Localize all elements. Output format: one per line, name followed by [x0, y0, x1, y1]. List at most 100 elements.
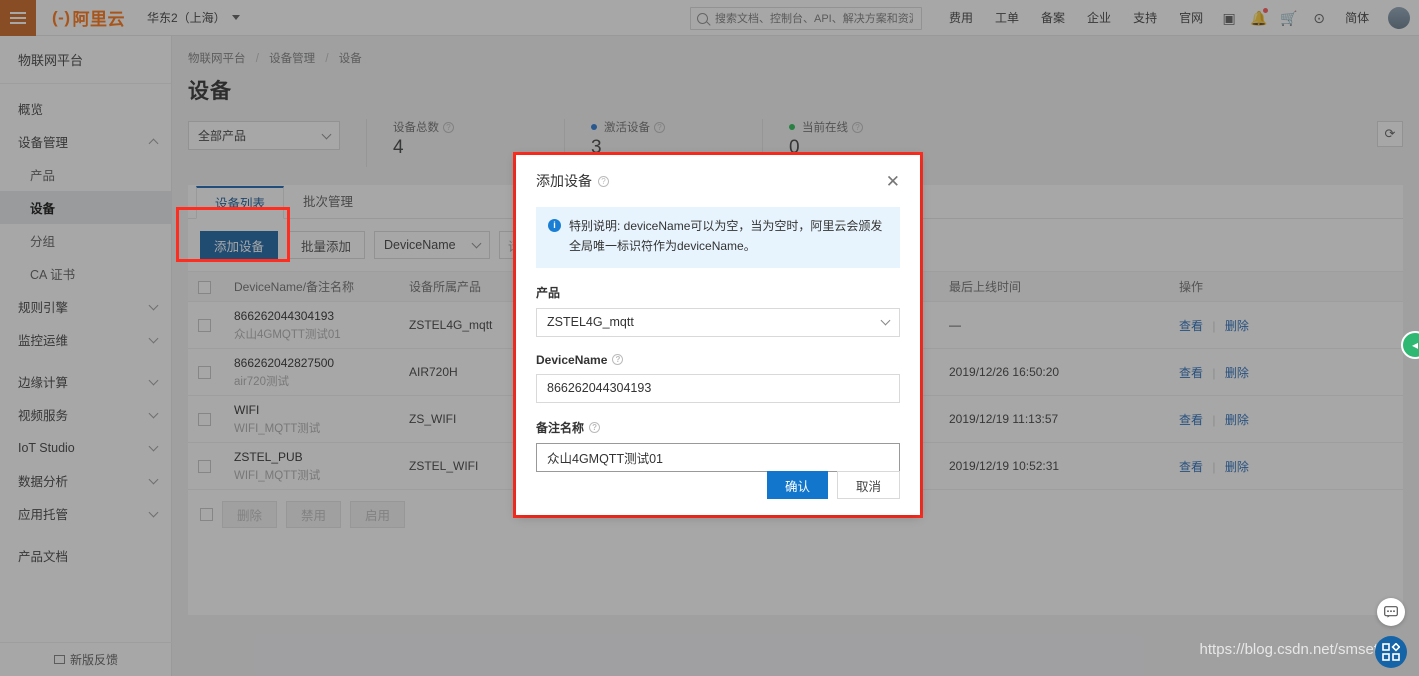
float-feedback-green-button[interactable]: ◂: [1401, 331, 1419, 359]
add-device-button[interactable]: 添加设备: [200, 231, 279, 259]
sidebar-item-products[interactable]: 产品: [0, 158, 171, 191]
bulk-enable-button[interactable]: 启用: [350, 501, 406, 528]
help-icon[interactable]: ?: [589, 421, 601, 433]
tab-batch-management[interactable]: 批次管理: [284, 185, 372, 218]
row-select-cell: [188, 348, 224, 396]
bulk-disable-button[interactable]: 禁用: [286, 501, 342, 528]
topnav-item-fee[interactable]: 费用: [938, 0, 984, 36]
global-search[interactable]: [690, 7, 922, 30]
row-checkbox[interactable]: [198, 460, 211, 474]
cell-device-name: ZSTEL_PUB WIFI_MQTT测试: [224, 442, 399, 490]
note-input[interactable]: [536, 442, 900, 472]
bell-icon[interactable]: 🔔: [1244, 0, 1274, 36]
screen-icon[interactable]: ▣: [1214, 0, 1244, 36]
view-link[interactable]: 查看: [1179, 319, 1203, 333]
device-name: WIFI: [234, 402, 260, 417]
cancel-button[interactable]: 取消: [836, 471, 900, 499]
sidebar-item-groups[interactable]: 分组: [0, 224, 171, 257]
field-devicename: DeviceName ?: [536, 353, 900, 403]
select-all-checkbox[interactable]: [198, 280, 211, 294]
field-note: 备注名称 ?: [536, 419, 900, 472]
row-select-cell: [188, 395, 224, 443]
view-link[interactable]: 查看: [1179, 413, 1203, 427]
sidebar-item-label: 产品文档: [18, 550, 69, 564]
sidebar-item-product-docs[interactable]: 产品文档: [0, 539, 171, 572]
devicename-input[interactable]: [536, 373, 900, 403]
breadcrumb-item-3[interactable]: 设备: [339, 53, 362, 65]
topnav-item-support[interactable]: 支持: [1122, 0, 1168, 36]
tab-device-list[interactable]: 设备列表: [196, 186, 285, 219]
sidebar-item-overview[interactable]: 概览: [0, 92, 171, 125]
sidebar-item-iot-studio[interactable]: IoT Studio: [0, 431, 171, 464]
delete-link[interactable]: 删除: [1225, 319, 1249, 333]
sidebar-item-devices[interactable]: 设备: [0, 191, 171, 224]
breadcrumb-item-1[interactable]: 物联网平台: [188, 53, 246, 65]
float-chat-icon[interactable]: [1377, 598, 1405, 626]
row-checkbox[interactable]: [198, 319, 211, 333]
cell-last-online: 2019/12/19 10:52:31: [939, 442, 1169, 490]
sidebar-item-edge-computing[interactable]: 边缘计算: [0, 365, 171, 398]
bulk-delete-button[interactable]: 删除: [222, 501, 278, 528]
sidebar-item-ca-cert[interactable]: CA 证书: [0, 257, 171, 290]
avatar[interactable]: [1388, 7, 1411, 29]
delete-link[interactable]: 删除: [1225, 460, 1249, 474]
bulk-select-checkbox[interactable]: [200, 508, 213, 521]
sidebar-item-label: 边缘计算: [18, 376, 69, 390]
sidebar-item-label: 监控运维: [18, 334, 69, 348]
help-icon[interactable]: ?: [654, 121, 665, 133]
help-icon[interactable]: ?: [598, 175, 609, 187]
sidebar-item-video-service[interactable]: 视频服务: [0, 398, 171, 431]
chevron-down-icon: [471, 238, 482, 249]
topnav-item-icp[interactable]: 备案: [1030, 0, 1076, 36]
sidebar-feedback-button[interactable]: 新版反馈: [0, 642, 172, 676]
sidebar-item-app-hosting[interactable]: 应用托管: [0, 497, 171, 530]
chevron-down-icon: [148, 408, 159, 418]
sidebar-item-data-analysis[interactable]: 数据分析: [0, 464, 171, 497]
filter-field-select[interactable]: DeviceName: [374, 231, 491, 259]
close-icon[interactable]: ✕: [886, 173, 900, 190]
sidebar-divider-2: [0, 530, 171, 539]
topnav-item-website[interactable]: 官网: [1168, 0, 1214, 36]
delete-link[interactable]: 删除: [1225, 413, 1249, 427]
device-note: WIFI_MQTT测试: [234, 422, 321, 435]
stat-activated-label: 激活设备: [604, 122, 650, 134]
sidebar-feedback-label: 新版反馈: [69, 653, 118, 667]
help-icon[interactable]: ⊙: [1304, 0, 1334, 36]
page-title: 设备: [188, 80, 232, 103]
breadcrumb-item-2[interactable]: 设备管理: [269, 53, 315, 65]
help-icon[interactable]: ?: [612, 354, 624, 366]
status-dot-online-icon: [789, 124, 795, 130]
topnav-item-enterprise[interactable]: 企业: [1076, 0, 1122, 36]
delete-link[interactable]: 删除: [1225, 366, 1249, 380]
confirm-button[interactable]: 确认: [766, 471, 828, 499]
feedback-icon: [53, 655, 65, 664]
product-filter-select[interactable]: 全部产品: [188, 121, 340, 150]
topnav-item-ticket[interactable]: 工单: [984, 0, 1030, 36]
menu-icon[interactable]: [0, 0, 36, 36]
help-icon[interactable]: ?: [852, 121, 863, 133]
region-selector[interactable]: 华东2（上海）: [147, 9, 240, 26]
language-switch[interactable]: 简体: [1334, 0, 1380, 36]
sidebar-item-monitor-ops[interactable]: 监控运维: [0, 323, 171, 356]
help-icon[interactable]: ?: [443, 121, 454, 133]
chat-bubble-icon: [1384, 606, 1398, 618]
field-devicename-label-wrap: DeviceName ?: [536, 353, 900, 367]
view-link[interactable]: 查看: [1179, 366, 1203, 380]
product-select[interactable]: ZSTEL4G_mqtt: [536, 307, 900, 337]
col-actions: 操作: [1169, 271, 1403, 302]
cart-icon[interactable]: 🛒: [1274, 0, 1304, 36]
sidebar-item-label: 规则引擎: [18, 301, 69, 315]
sidebar-item-label: 应用托管: [18, 508, 69, 522]
refresh-button[interactable]: ⟳: [1377, 121, 1403, 147]
view-link[interactable]: 查看: [1179, 460, 1203, 474]
dialog-footer: 确认 取消: [766, 471, 900, 499]
sidebar-item-device-mgmt[interactable]: 设备管理: [0, 125, 171, 158]
aliyun-logo[interactable]: (-) 阿里云: [52, 5, 125, 30]
row-checkbox[interactable]: [198, 366, 211, 380]
search-input[interactable]: [713, 11, 915, 26]
row-checkbox[interactable]: [198, 413, 211, 427]
field-note-label: 备注名称: [536, 420, 585, 435]
sidebar-item-rule-engine[interactable]: 规则引擎: [0, 290, 171, 323]
float-qrcode-button[interactable]: [1375, 636, 1407, 668]
batch-add-button[interactable]: 批量添加: [287, 231, 366, 259]
